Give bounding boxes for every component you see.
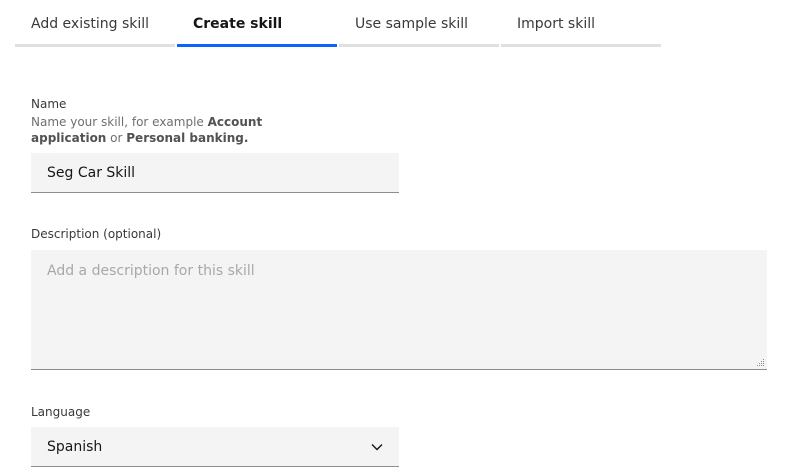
helper-or: or <box>106 131 127 145</box>
skill-tabs: Add existing skill Create skill Use samp… <box>15 0 663 47</box>
skill-description-textarea[interactable] <box>31 250 767 370</box>
helper-prefix: Name your skill, for example <box>31 115 208 129</box>
chevron-down-icon <box>371 443 383 450</box>
tab-create-skill[interactable]: Create skill <box>177 0 337 47</box>
tab-import-skill[interactable]: Import skill <box>501 0 661 47</box>
description-label: Description (optional) <box>31 227 162 241</box>
tab-use-sample-skill[interactable]: Use sample skill <box>339 0 499 47</box>
language-label: Language <box>31 405 91 419</box>
helper-example-personal-banking: Personal banking. <box>126 131 249 145</box>
tab-add-existing-skill[interactable]: Add existing skill <box>15 0 175 47</box>
name-label: Name <box>31 97 67 111</box>
language-selected-value: Spanish <box>47 438 103 455</box>
name-helper-text: Name your skill, for example Account app… <box>31 114 271 146</box>
resize-grip-icon[interactable] <box>756 358 765 367</box>
skill-name-input[interactable] <box>31 153 399 193</box>
language-select[interactable]: Spanish <box>31 427 399 467</box>
